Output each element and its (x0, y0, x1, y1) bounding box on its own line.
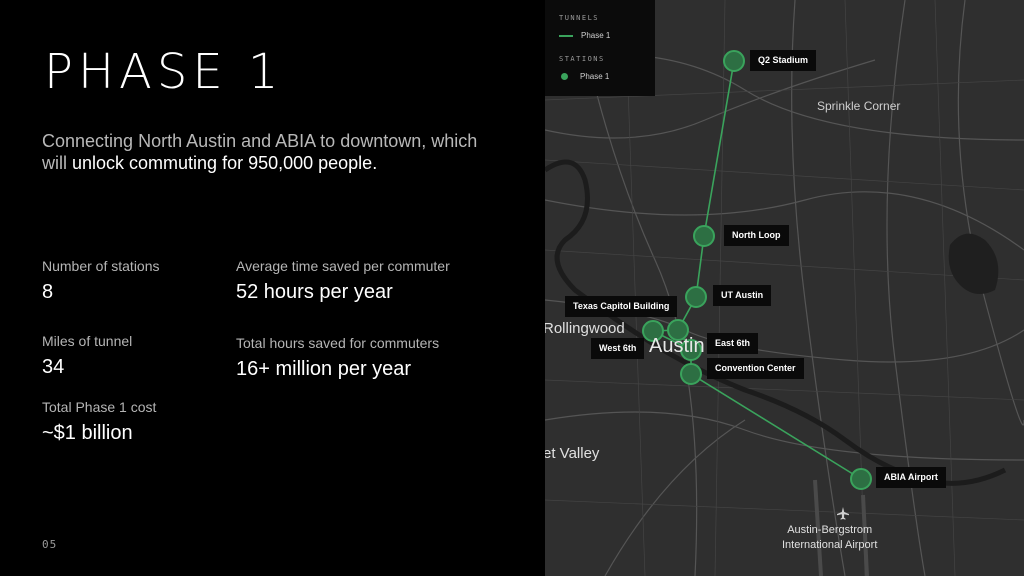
station-dot-swatch (561, 73, 568, 80)
map-legend: TUNNELS Phase 1 STATIONS Phase 1 (545, 0, 655, 96)
airport-label-line1: Austin-Bergstrom (787, 524, 873, 536)
map-label-valley: et Valley (545, 445, 600, 462)
stat-label: Miles of tunnel (42, 333, 133, 349)
legend-stations-header: STATIONS (559, 55, 605, 63)
station-label-ut-austin[interactable]: UT Austin (713, 285, 772, 306)
intro-highlight: unlock commuting for 950,000 people. (72, 153, 378, 173)
station-label-abia[interactable]: ABIA Airport (876, 467, 946, 488)
info-panel: PHASE 1 Connecting North Austin and ABIA… (0, 0, 545, 576)
station-marker-convention-center[interactable] (680, 363, 702, 385)
airplane-icon (837, 507, 849, 520)
map-label-austin: Austin (649, 335, 705, 357)
station-label-texas-capitol[interactable]: Texas Capitol Building (565, 296, 678, 317)
stat-label: Total Phase 1 cost (42, 399, 157, 415)
stat-stations: Number of stations 8 (42, 257, 160, 303)
legend-tunnel-label: Phase 1 (581, 31, 611, 40)
stat-label: Number of stations (42, 258, 160, 274)
station-label-west-6th[interactable]: West 6th (591, 338, 645, 359)
station-marker-north-loop[interactable] (693, 225, 715, 247)
stat-value: ~$1 billion (42, 422, 133, 444)
legend-tunnel-item: Phase 1 (559, 31, 610, 40)
stat-value: 34 (42, 356, 65, 378)
stat-label: Total hours saved for commuters (236, 335, 440, 351)
legend-station-item: Phase 1 (559, 72, 609, 81)
page-title: PHASE 1 (44, 44, 284, 100)
station-marker-ut-austin[interactable] (685, 286, 707, 308)
stat-label: Average time saved per commuter (236, 258, 450, 274)
map-label-rollingwood: Rollingwood (545, 320, 625, 337)
intro-text: Connecting North Austin and ABIA to down… (42, 130, 482, 174)
station-label-east-6th[interactable]: East 6th (707, 333, 759, 354)
page-number: 05 (42, 538, 58, 551)
legend-tunnels-header: TUNNELS (559, 14, 600, 22)
station-marker-q2[interactable] (723, 50, 745, 72)
station-label-north-loop[interactable]: North Loop (724, 225, 789, 246)
stat-value: 8 (42, 281, 54, 303)
stat-value: 16+ million per year (236, 358, 412, 380)
station-markers (642, 50, 872, 490)
legend-station-label: Phase 1 (580, 72, 610, 81)
stat-value: 52 hours per year (236, 281, 393, 303)
stat-miles: Miles of tunnel 34 (42, 332, 132, 378)
map-label-airport: Austin-Bergstrom International Airport (782, 523, 877, 553)
airport-label-line2: International Airport (782, 539, 878, 551)
map-label-sprinkle-corner: Sprinkle Corner (817, 99, 901, 113)
tunnel-route (652, 60, 862, 480)
station-label-convention-center[interactable]: Convention Center (707, 358, 804, 379)
stat-time-saved: Average time saved per commuter 52 hours… (236, 257, 450, 303)
stat-hours-saved: Total hours saved for commuters 16+ mill… (236, 334, 439, 380)
station-label-q2[interactable]: Q2 Stadium (750, 50, 817, 71)
stat-cost: Total Phase 1 cost ~$1 billion (42, 398, 156, 444)
station-marker-abia[interactable] (850, 468, 872, 490)
tunnel-line-swatch (559, 34, 573, 37)
